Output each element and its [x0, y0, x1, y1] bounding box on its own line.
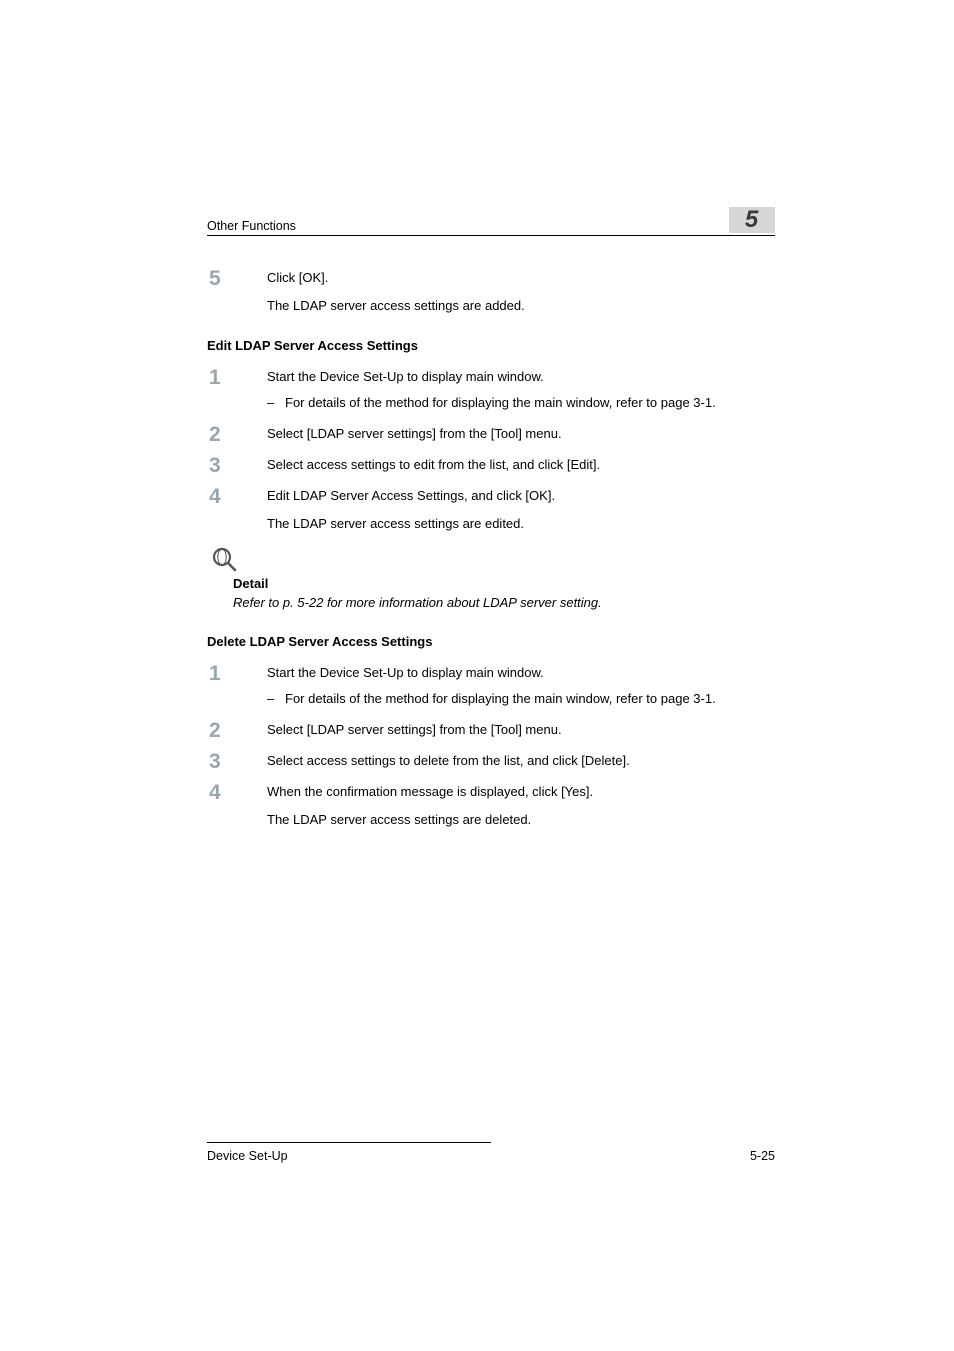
delete-step-1: 1 Start the Device Set-Up to display mai…	[207, 663, 775, 709]
edit-step-4: 4 Edit LDAP Server Access Settings, and …	[207, 486, 775, 534]
edit-step-2: 2 Select [LDAP server settings] from the…	[207, 424, 775, 445]
section-title: Other Functions	[207, 219, 296, 233]
step-number: 2	[207, 424, 267, 445]
delete-step-3: 3 Select access settings to delete from …	[207, 751, 775, 772]
step-number: 2	[207, 720, 267, 741]
chapter-number: 5	[745, 206, 759, 234]
delete-step-2: 2 Select [LDAP server settings] from the…	[207, 720, 775, 741]
page-header: Other Functions 5	[207, 207, 775, 236]
detail-note: Detail Refer to p. 5-22 for more informa…	[211, 546, 775, 613]
step-number: 4	[207, 486, 267, 534]
step-text: Select [LDAP server settings] from the […	[267, 424, 775, 444]
step-text: Select access settings to delete from th…	[267, 751, 775, 771]
step-text: Select [LDAP server settings] from the […	[267, 720, 775, 740]
step-text: The LDAP server access settings are adde…	[267, 296, 775, 316]
step-number: 5	[207, 268, 267, 316]
magnifier-icon	[211, 546, 239, 574]
step-text: Start the Device Set-Up to display main …	[267, 663, 775, 683]
step-subtext: For details of the method for displaying…	[285, 689, 716, 709]
step-number: 1	[207, 367, 267, 413]
step-number: 3	[207, 751, 267, 772]
step-text: The LDAP server access settings are edit…	[267, 514, 775, 534]
detail-text: Refer to p. 5-22 for more information ab…	[233, 593, 775, 613]
step-text: Start the Device Set-Up to display main …	[267, 367, 775, 387]
step-number: 1	[207, 663, 267, 709]
step-number: 4	[207, 782, 267, 830]
step-text: Select access settings to edit from the …	[267, 455, 775, 475]
footer-page-number: 5-25	[750, 1149, 775, 1163]
step-text: Edit LDAP Server Access Settings, and cl…	[267, 486, 775, 506]
heading-edit-ldap: Edit LDAP Server Access Settings	[207, 338, 775, 353]
footer-doc-title: Device Set-Up	[207, 1149, 288, 1163]
detail-label: Detail	[233, 576, 775, 591]
dash-bullet: –	[267, 393, 285, 413]
step-text: Click [OK].	[267, 268, 775, 288]
step-text: The LDAP server access settings are dele…	[267, 810, 775, 830]
chapter-badge: 5	[729, 207, 775, 233]
footer-rule	[207, 1142, 491, 1143]
edit-step-1: 1 Start the Device Set-Up to display mai…	[207, 367, 775, 413]
step-5: 5 Click [OK]. The LDAP server access set…	[207, 268, 775, 316]
dash-bullet: –	[267, 689, 285, 709]
heading-delete-ldap: Delete LDAP Server Access Settings	[207, 634, 775, 649]
step-subtext: For details of the method for displaying…	[285, 393, 716, 413]
step-text: When the confirmation message is display…	[267, 782, 775, 802]
step-number: 3	[207, 455, 267, 476]
delete-step-4: 4 When the confirmation message is displ…	[207, 782, 775, 830]
edit-step-3: 3 Select access settings to edit from th…	[207, 455, 775, 476]
page-footer: Device Set-Up 5-25	[207, 1142, 775, 1163]
